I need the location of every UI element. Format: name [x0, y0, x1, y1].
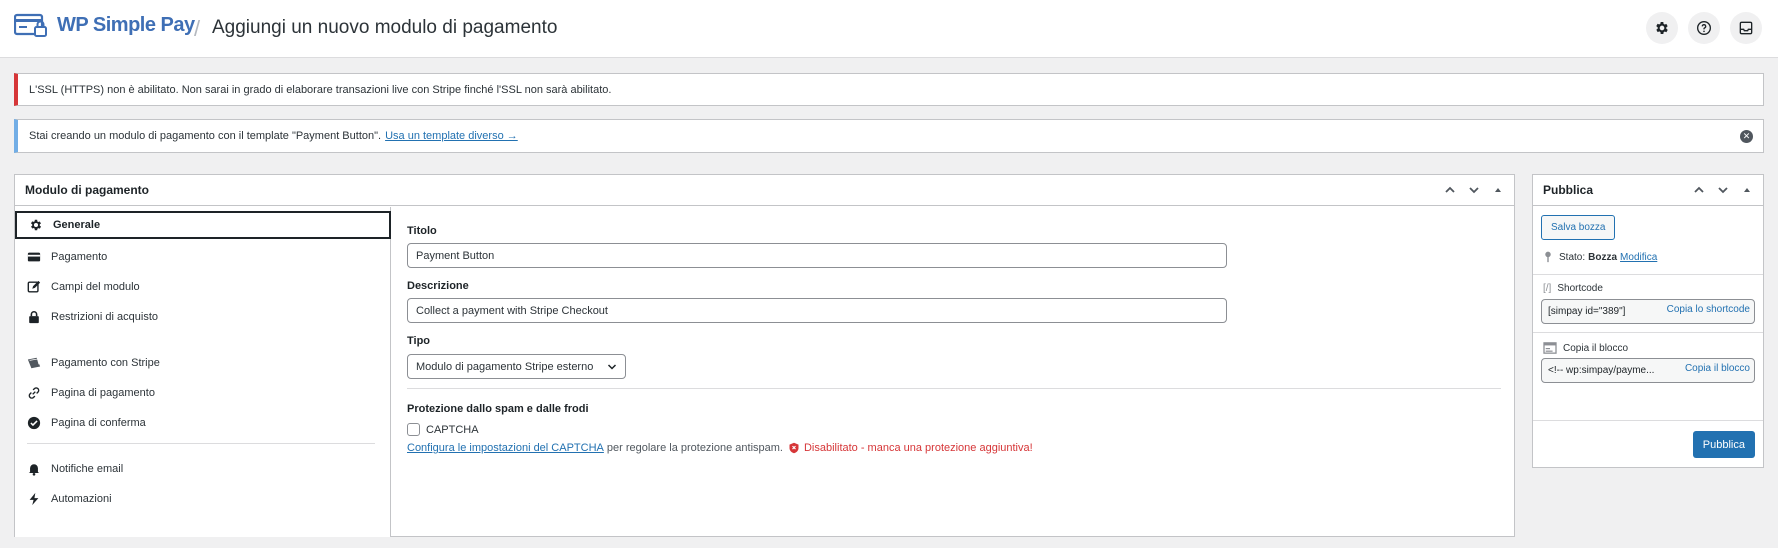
tab-generale[interactable]: Generale: [15, 211, 391, 239]
settings-button[interactable]: [1646, 12, 1678, 44]
tab-automazioni[interactable]: Automazioni: [15, 485, 391, 513]
block-value: <!-- wp:simpay/payme...: [1548, 365, 1655, 376]
help-button[interactable]: [1688, 12, 1720, 44]
brand-logo[interactable]: WP Simple Pay: [13, 13, 195, 37]
brand-name: WP Simple Pay: [57, 13, 195, 36]
check-circle-icon: [26, 415, 42, 431]
shortcode-row: [/] Shortcode: [1543, 283, 1603, 294]
captcha-status: Disabilitato - manca una protezione aggi…: [803, 442, 1033, 454]
publish-divider: [1533, 332, 1763, 333]
chevron-down-icon[interactable]: [1715, 182, 1731, 198]
template-notice-text: Stai creando un modulo di pagamento con …: [29, 130, 382, 142]
title-separator: /: [194, 16, 201, 41]
captcha-help: Configura le impostazioni del CAPTCHA pe…: [407, 442, 1033, 454]
publish-button[interactable]: Pubblica: [1692, 431, 1755, 458]
shortcode-value: [simpay id="389"]: [1548, 306, 1626, 317]
captcha-help-text: per regolare la protezione antispam.: [606, 442, 783, 454]
title-input[interactable]: Payment Button: [407, 243, 1227, 268]
publish-divider: [1533, 274, 1763, 275]
wp-simple-pay-logo-icon: [13, 13, 50, 37]
panel-header: Modulo di pagamento: [15, 175, 1514, 206]
status-value: Bozza: [1588, 251, 1618, 263]
save-draft-button[interactable]: Salva bozza: [1541, 215, 1616, 240]
settings-tabs: Generale Pagamento Campi del modulo Rest…: [15, 207, 391, 537]
help-icon: [1697, 21, 1711, 35]
status-edit-link[interactable]: Modifica: [1620, 252, 1657, 263]
collapse-triangle-icon[interactable]: [1739, 182, 1755, 198]
gear-icon: [1656, 22, 1668, 34]
publish-controls: [1691, 182, 1755, 198]
tab-label: Automazioni: [51, 493, 112, 505]
pin-icon: [1543, 251, 1553, 263]
chevron-up-icon[interactable]: [1691, 182, 1707, 198]
description-input[interactable]: Collect a payment with Stripe Checkout: [407, 298, 1227, 323]
block-label: Copia il blocco: [1563, 342, 1629, 354]
description-label: Descrizione: [407, 280, 469, 292]
type-select-value: Modulo di pagamento Stripe esterno: [416, 360, 594, 373]
shortcode-icon: [/]: [1543, 283, 1552, 294]
inbox-button[interactable]: [1730, 12, 1762, 44]
credit-card-icon: [26, 249, 42, 265]
inbox-icon: [1739, 21, 1753, 35]
shield-alert-icon: [788, 442, 800, 454]
captcha-label: CAPTCHA: [426, 424, 479, 436]
section-divider: [407, 388, 1501, 389]
type-select[interactable]: Modulo di pagamento Stripe esterno: [407, 354, 626, 379]
captcha-settings-link[interactable]: Configura le impostazioni del CAPTCHA: [407, 442, 604, 454]
shortcode-field[interactable]: [simpay id="389"] Copia lo shortcode: [1541, 299, 1755, 324]
bolt-icon: [26, 491, 42, 507]
tab-label: Generale: [53, 219, 101, 231]
tab-label: Campi del modulo: [51, 281, 140, 293]
template-info-notice: Stai creando un modulo di pagamento con …: [14, 119, 1764, 153]
tab-label: Pagamento con Stripe: [51, 357, 160, 369]
copy-shortcode-button[interactable]: Copia lo shortcode: [1662, 304, 1750, 315]
lock-icon: [26, 309, 42, 325]
block-icon: [1543, 342, 1557, 354]
bell-icon: [26, 461, 42, 477]
type-label: Tipo: [407, 335, 431, 347]
captcha-checkbox[interactable]: [407, 423, 420, 436]
chevron-down-icon: [607, 362, 617, 375]
collapse-triangle-icon[interactable]: [1490, 182, 1506, 198]
tab-label: Pagina di conferma: [51, 417, 146, 429]
tab-label: Pagina di pagamento: [51, 387, 155, 399]
shortcode-label: Shortcode: [1557, 283, 1603, 294]
tab-notifiche-email[interactable]: Notifiche email: [15, 455, 391, 483]
chevron-down-icon[interactable]: [1466, 182, 1482, 198]
block-field[interactable]: <!-- wp:simpay/payme... Copia il blocco: [1541, 358, 1755, 383]
tab-label: Pagamento: [51, 251, 108, 263]
panel-controls: [1442, 182, 1506, 198]
change-template-link[interactable]: Usa un template diverso →: [385, 130, 518, 142]
dismiss-notice-close-icon[interactable]: ✕: [1740, 130, 1753, 143]
status-label: Stato:: [1559, 251, 1586, 263]
link-icon: [26, 385, 42, 401]
chevron-up-icon[interactable]: [1442, 182, 1458, 198]
stripe-icon: [26, 355, 42, 371]
top-bar: WP Simple Pay / Aggiungi un nuovo modulo…: [0, 0, 1778, 58]
publish-divider: [1533, 420, 1763, 421]
spam-protection-label: Protezione dallo spam e dalle frodi: [407, 403, 589, 415]
publish-box: Pubblica Salva bozza Stato: Bozza Modifi…: [1532, 174, 1764, 468]
ssl-error-notice: L'SSL (HTTPS) non è abilitato. Non sarai…: [14, 73, 1764, 106]
title-label: Titolo: [407, 225, 437, 237]
gear-icon: [28, 217, 44, 233]
edit-icon: [26, 279, 42, 295]
block-row: Copia il blocco: [1543, 342, 1628, 354]
tab-pagamento[interactable]: Pagamento: [15, 243, 391, 271]
tab-restrizioni-di-acquisto[interactable]: Restrizioni di acquisto: [15, 303, 391, 331]
ssl-notice-text: L'SSL (HTTPS) non è abilitato. Non sarai…: [29, 83, 612, 96]
tab-pagina-di-conferma[interactable]: Pagina di conferma: [15, 409, 391, 437]
payment-form-panel: Modulo di pagamento Generale Pagamento C…: [14, 174, 1515, 537]
tab-label: Notifiche email: [51, 463, 124, 475]
tab-pagamento-con-stripe[interactable]: Pagamento con Stripe: [15, 349, 391, 377]
tab-campi-del-modulo[interactable]: Campi del modulo: [15, 273, 391, 301]
copy-block-button[interactable]: Copia il blocco: [1680, 363, 1750, 374]
tab-label: Restrizioni di acquisto: [51, 311, 158, 323]
tab-pagina-di-pagamento[interactable]: Pagina di pagamento: [15, 379, 391, 407]
panel-title: Modulo di pagamento: [25, 183, 149, 197]
tab-divider: [27, 443, 375, 444]
status-row: Stato: Bozza Modifica: [1543, 251, 1657, 263]
page-title: Aggiungi un nuovo modulo di pagamento: [212, 17, 558, 38]
publish-title: Pubblica: [1543, 183, 1594, 197]
